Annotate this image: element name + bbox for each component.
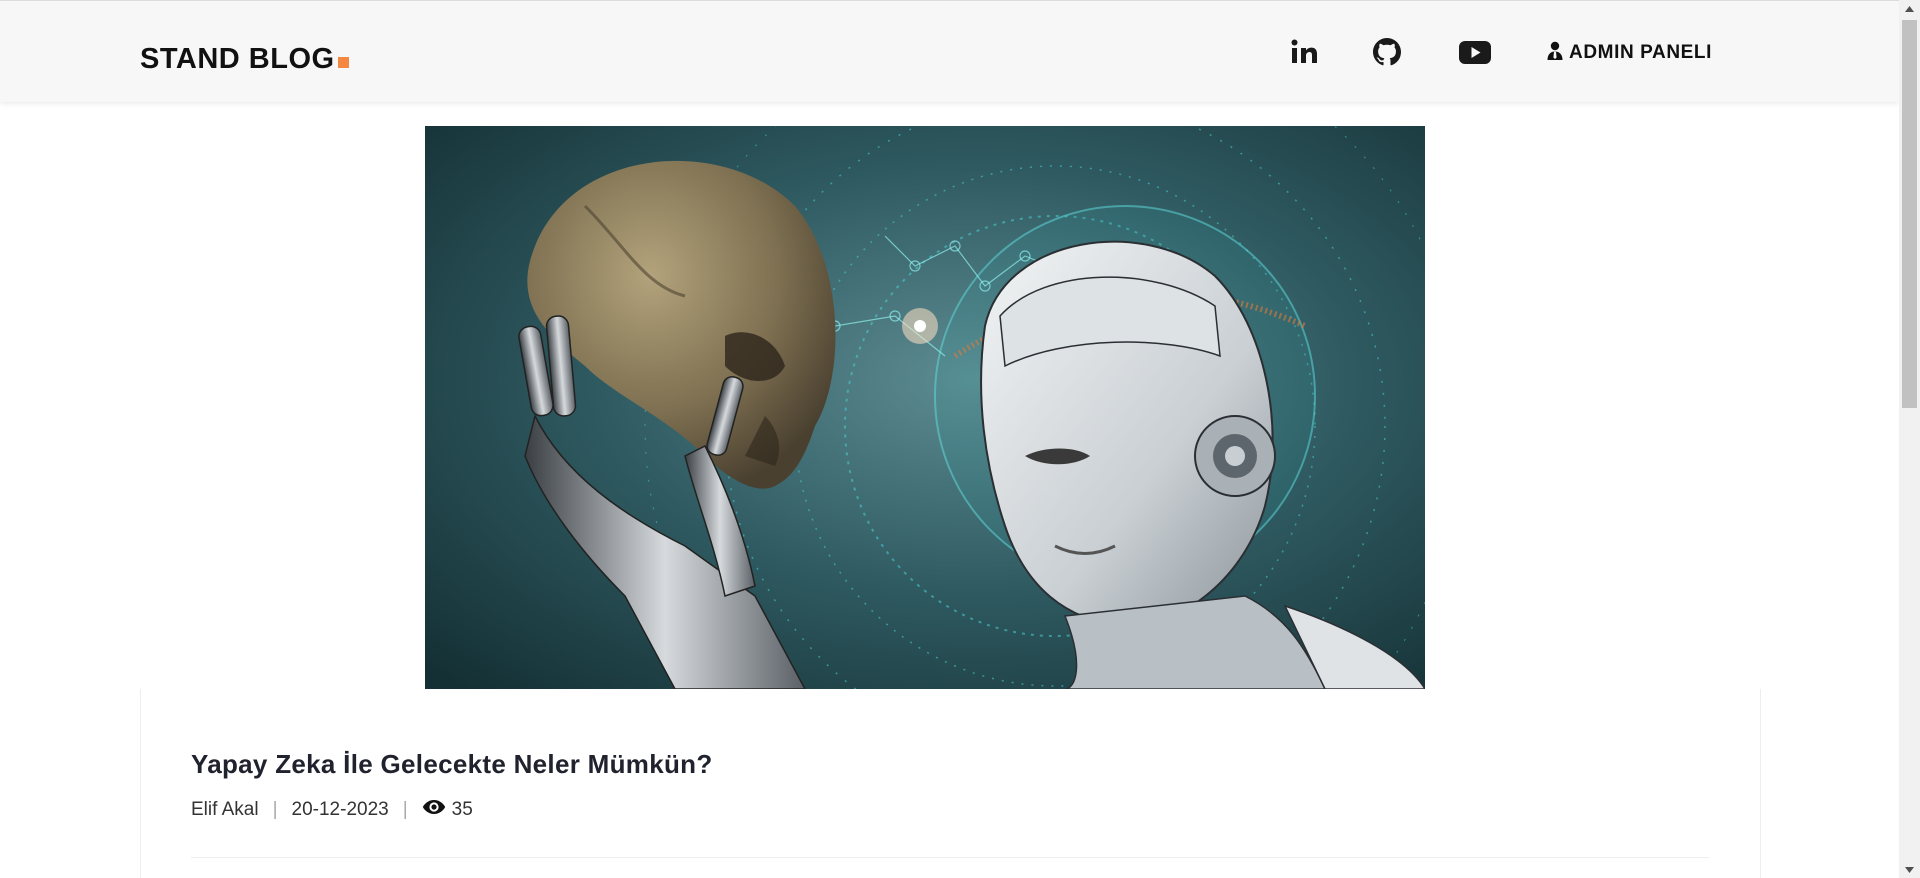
youtube-icon[interactable] (1458, 37, 1492, 67)
post-divider (191, 857, 1709, 858)
scroll-up-arrow-icon[interactable] (1899, 0, 1920, 17)
post-hero-image (425, 126, 1425, 689)
scroll-down-arrow-icon[interactable] (1899, 861, 1920, 878)
github-icon[interactable] (1372, 37, 1402, 67)
post-card: Yapay Zeka İle Gelecekte Neler Mümkün? E… (140, 689, 1761, 878)
scrollbar-thumb[interactable] (1902, 20, 1917, 408)
brand-logo[interactable]: STAND BLOG (140, 42, 349, 76)
meta-separator: | (272, 799, 278, 820)
post-views: 35 (422, 799, 473, 821)
site-header: STAND BLOG ADMIN PANELI (0, 0, 1899, 102)
post-title[interactable]: Yapay Zeka İle Gelecekte Neler Mümkün? (191, 749, 713, 780)
linkedin-icon[interactable] (1289, 37, 1319, 67)
meta-separator: | (402, 799, 408, 820)
brand-accent-dot (337, 57, 349, 68)
views-count: 35 (451, 799, 473, 820)
post-meta: Elif Akal | 20-12-2023 | 35 (191, 799, 473, 821)
page: STAND BLOG ADMIN PANELI Yapay Zeka İle G… (0, 0, 1920, 878)
eye-icon (422, 799, 446, 821)
brand-name[interactable]: STAND BLOG (140, 43, 335, 75)
post-date: 20-12-2023 (291, 799, 389, 820)
user-tie-icon (1547, 41, 1563, 66)
admin-panel-link[interactable]: ADMIN PANELI (1547, 41, 1712, 65)
vertical-scrollbar[interactable] (1899, 0, 1920, 878)
post-author[interactable]: Elif Akal (191, 799, 259, 821)
admin-panel-label[interactable]: ADMIN PANELI (1569, 42, 1712, 64)
